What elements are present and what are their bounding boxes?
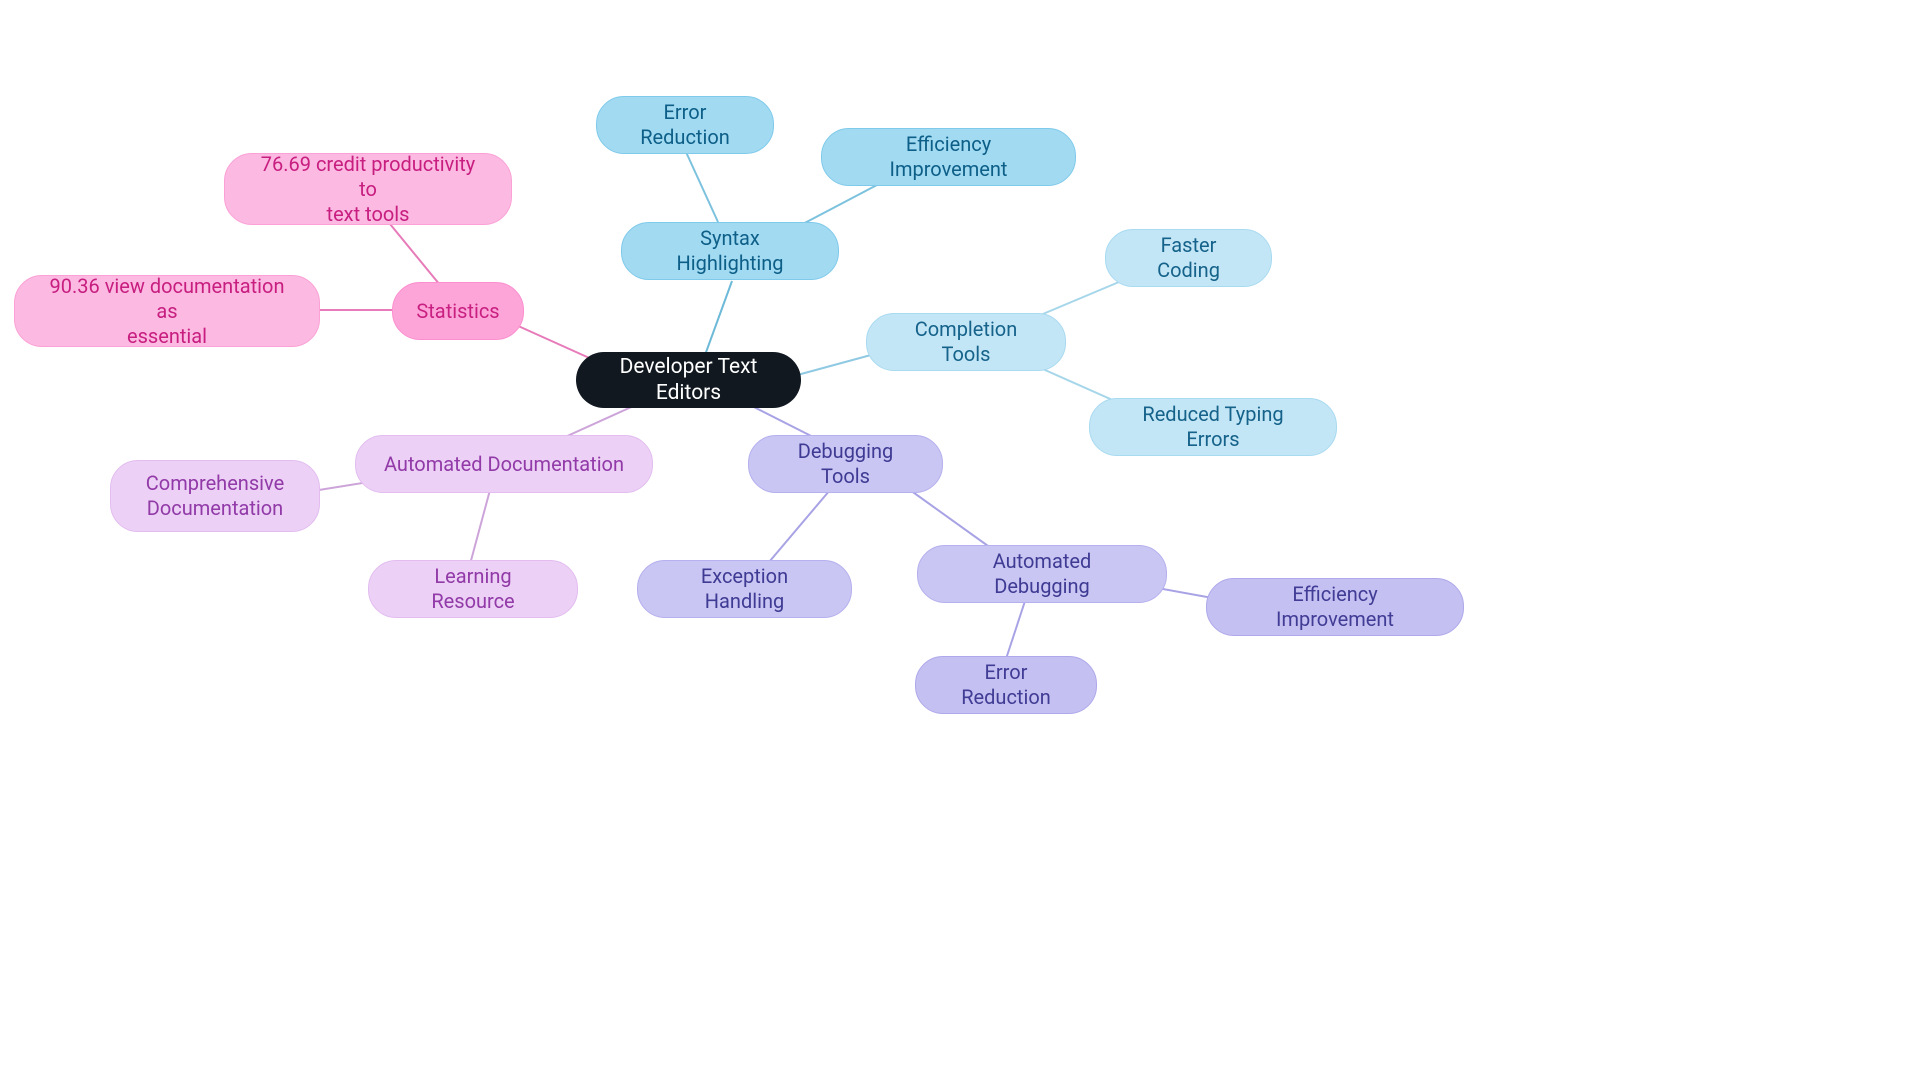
node-label: Automated Documentation <box>384 452 624 477</box>
node-label: Faster Coding <box>1132 233 1245 283</box>
node-learning-resource[interactable]: Learning Resource <box>368 560 578 618</box>
node-label: Efficiency Improvement <box>1233 582 1437 632</box>
node-exception-handling[interactable]: Exception Handling <box>637 560 852 618</box>
node-completion-tools[interactable]: Completion Tools <box>866 313 1066 371</box>
node-label: Error Reduction <box>623 100 747 150</box>
node-efficiency-improvement-syntax[interactable]: Efficiency Improvement <box>821 128 1076 186</box>
node-faster-coding[interactable]: Faster Coding <box>1105 229 1272 287</box>
root-node[interactable]: Developer Text Editors <box>576 352 801 408</box>
node-debugging-tools[interactable]: Debugging Tools <box>748 435 943 493</box>
node-label: Debugging Tools <box>775 439 916 489</box>
node-label: Statistics <box>416 299 499 324</box>
node-automated-debugging[interactable]: Automated Debugging <box>917 545 1167 603</box>
node-label: Comprehensive Documentation <box>146 471 284 521</box>
node-label: Error Reduction <box>942 660 1070 710</box>
node-label: 76.69 credit productivity to text tools <box>251 152 485 227</box>
node-stat-essential[interactable]: 90.36 view documentation as essential <box>14 275 320 347</box>
node-label: Syntax Highlighting <box>648 226 812 276</box>
node-reduced-typing-errors[interactable]: Reduced Typing Errors <box>1089 398 1337 456</box>
node-label: Automated Debugging <box>944 549 1140 599</box>
node-error-reduction[interactable]: Error Reduction <box>596 96 774 154</box>
mindmap-canvas: Developer Text Editors Syntax Highlighti… <box>0 0 1920 1083</box>
node-comprehensive-documentation[interactable]: Comprehensive Documentation <box>110 460 320 532</box>
node-label: Efficiency Improvement <box>848 132 1049 182</box>
root-label: Developer Text Editors <box>602 354 775 407</box>
node-error-reduction-debug[interactable]: Error Reduction <box>915 656 1097 714</box>
node-label: Completion Tools <box>893 317 1039 367</box>
node-automated-documentation[interactable]: Automated Documentation <box>355 435 653 493</box>
node-label: 90.36 view documentation as essential <box>41 274 293 349</box>
node-stat-productivity[interactable]: 76.69 credit productivity to text tools <box>224 153 512 225</box>
node-label: Reduced Typing Errors <box>1116 402 1310 452</box>
node-statistics[interactable]: Statistics <box>392 282 524 340</box>
node-label: Exception Handling <box>664 564 825 614</box>
node-efficiency-improvement-debug[interactable]: Efficiency Improvement <box>1206 578 1464 636</box>
node-syntax-highlighting[interactable]: Syntax Highlighting <box>621 222 839 280</box>
node-label: Learning Resource <box>395 564 551 614</box>
